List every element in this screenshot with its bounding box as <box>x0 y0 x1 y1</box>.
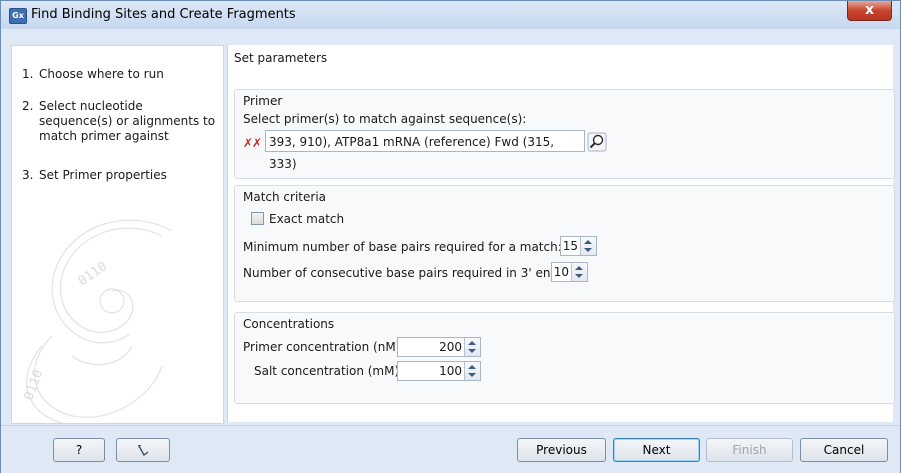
step-label: Select nucleotide sequence(s) or alignme… <box>39 99 216 143</box>
reset-icon <box>138 444 149 456</box>
reset-button[interactable] <box>116 438 170 462</box>
primer-concentration-spinner[interactable]: 200 <box>397 337 481 357</box>
step-number: 2. <box>22 99 34 113</box>
previous-button[interactable]: Previous <box>517 438 606 462</box>
spinner-value: 200 <box>439 340 462 354</box>
svg-text:0110: 0110 <box>76 259 110 289</box>
app-icon: Gx <box>9 8 27 24</box>
spinner-arrows[interactable] <box>464 362 480 380</box>
title-bar: Gx Find Binding Sites and Create Fragmen… <box>1 1 900 29</box>
remove-primer-icon[interactable]: ✗✗ <box>243 136 262 150</box>
steps-panel: 1. Choose where to run 2. Select nucleot… <box>11 45 224 424</box>
step-label: Set Primer properties <box>39 168 167 182</box>
increment-icon[interactable] <box>468 365 476 369</box>
concentrations-group: Concentrations Primer concentration (nM)… <box>234 312 895 404</box>
decrement-icon[interactable] <box>575 274 583 278</box>
spinner-arrows[interactable] <box>580 237 596 255</box>
increment-icon[interactable] <box>584 240 592 244</box>
spinner-arrows[interactable] <box>571 263 587 281</box>
group-title: Concentrations <box>243 317 335 331</box>
spinner-value: 100 <box>439 364 462 378</box>
salt-concentration-label: Salt concentration (mM) <box>254 364 400 378</box>
match-criteria-group: Match criteria Exact match Minimum numbe… <box>234 185 895 302</box>
decrement-icon[interactable] <box>584 248 592 252</box>
primer-selector: ✗✗ 393, 910), ATP8a1 mRNA (reference) Fw… <box>243 130 585 171</box>
group-title: Primer <box>243 94 283 108</box>
step-number: 1. <box>22 67 34 81</box>
primer-input[interactable]: 393, 910), ATP8a1 mRNA (reference) Fwd (… <box>265 130 585 171</box>
consecutive-base-pairs-label: Number of consecutive base pairs require… <box>243 266 563 280</box>
spinner-value: 15 <box>562 239 578 253</box>
min-base-pairs-spinner[interactable]: 15 <box>560 236 597 256</box>
primer-select-label: Select primer(s) to match against sequen… <box>243 112 527 126</box>
button-bar: ? Previous Next Finish Cancel <box>1 425 900 473</box>
step-number: 3. <box>22 168 34 182</box>
spinner-arrows[interactable] <box>464 338 480 356</box>
step-label: Choose where to run <box>39 67 164 81</box>
exact-match-checkbox[interactable] <box>251 212 264 225</box>
close-button[interactable]: x <box>847 1 892 21</box>
dialog-window: Gx Find Binding Sites and Create Fragmen… <box>0 0 901 473</box>
min-base-pairs-label: Minimum number of base pairs required fo… <box>243 240 562 254</box>
salt-concentration-spinner[interactable]: 100 <box>397 361 481 381</box>
primer-group: Primer Select primer(s) to match against… <box>234 89 895 179</box>
window-title: Find Binding Sites and Create Fragments <box>31 7 296 22</box>
page-title: Set parameters <box>234 51 328 65</box>
consecutive-base-pairs-spinner[interactable]: 10 <box>551 262 588 282</box>
finish-button[interactable]: Finish <box>706 438 793 462</box>
help-button[interactable]: ? <box>53 438 105 462</box>
next-button[interactable]: Next <box>613 438 700 462</box>
primer-concentration-label: Primer concentration (nM) <box>243 340 401 354</box>
cancel-button[interactable]: Cancel <box>800 438 888 462</box>
exact-match-label: Exact match <box>269 212 345 226</box>
parameters-panel: Set parameters Primer Select primer(s) t… <box>227 45 895 422</box>
decrement-icon[interactable] <box>468 373 476 377</box>
increment-icon[interactable] <box>575 266 583 270</box>
spinner-value: 10 <box>553 265 569 279</box>
group-title: Match criteria <box>243 190 327 204</box>
decorative-swirl-icon: 0110 0110 <box>22 219 173 423</box>
increment-icon[interactable] <box>468 341 476 345</box>
browse-icon[interactable] <box>587 132 607 152</box>
decrement-icon[interactable] <box>468 349 476 353</box>
